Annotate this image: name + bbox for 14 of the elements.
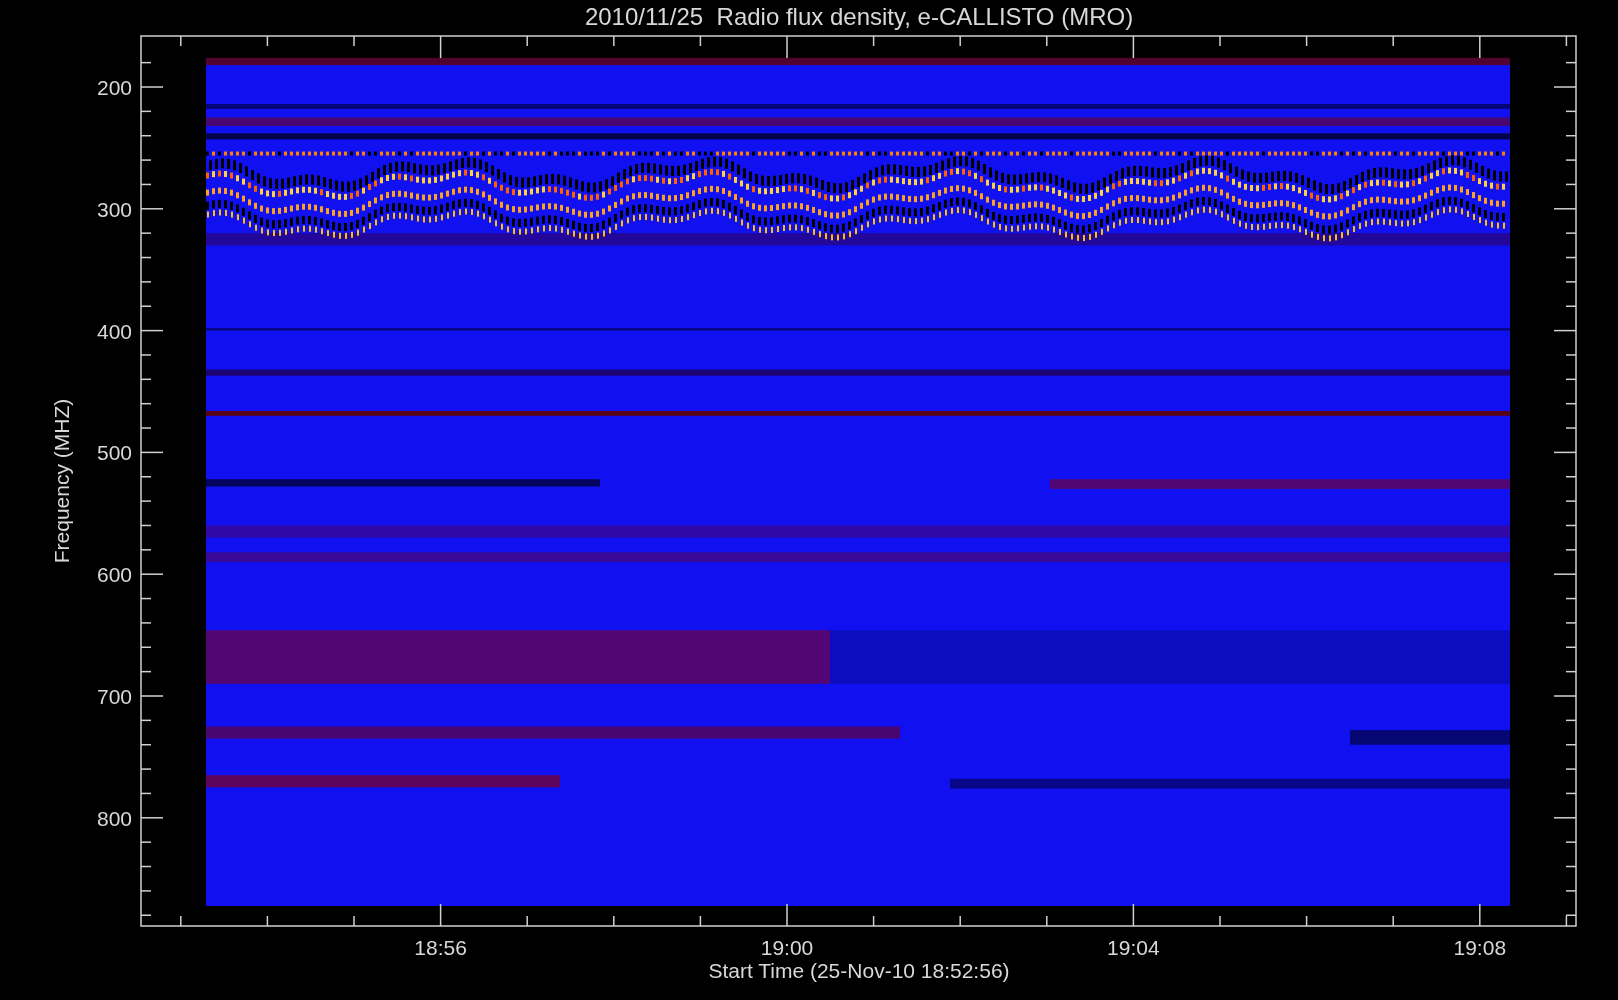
plot-title: 2010/11/25 Radio flux density, e-CALLISTO (MRO) — [584, 3, 1134, 30]
y-tick-label: 500 — [96, 441, 132, 465]
y-axis-label: Frequency (MHZ) — [50, 398, 73, 564]
y-tick-label: 600 — [96, 563, 132, 587]
y-tick-label: 700 — [96, 685, 132, 708]
y-tick-label: 300 — [96, 197, 132, 221]
x-axis-label: Start Time (25-Nov-10 18:52:56) — [708, 959, 1010, 982]
y-tick-label: 800 — [96, 806, 132, 830]
y-tick-label: 200 — [96, 76, 132, 99]
x-tick-label: 18:56 — [414, 936, 467, 959]
y-tick-label: 400 — [96, 319, 132, 343]
x-tick-label: 19:00 — [760, 936, 814, 959]
x-tick-label: 19:04 — [1107, 936, 1160, 959]
x-tick-label: 19:08 — [1453, 936, 1507, 959]
